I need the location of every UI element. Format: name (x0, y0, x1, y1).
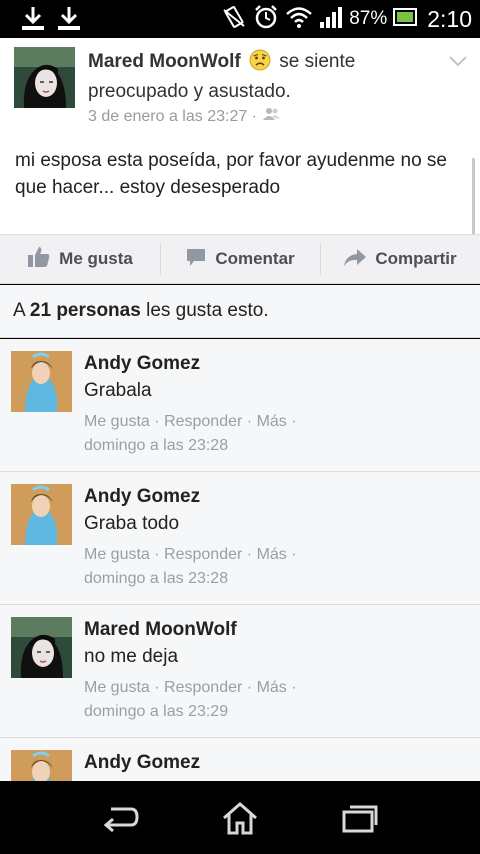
separator: · (246, 413, 253, 430)
comment-more-link[interactable]: Más (257, 546, 287, 563)
chevron-down-icon[interactable] (448, 54, 468, 72)
avatar[interactable] (11, 351, 72, 412)
comment-label: Comentar (215, 249, 295, 268)
vibrate-icon (221, 4, 247, 35)
wifi-icon (285, 5, 313, 34)
separator: · (246, 546, 253, 563)
avatar[interactable] (11, 617, 72, 678)
comment-author[interactable]: Andy Gomez (84, 752, 200, 774)
comment-timestamp: domingo a las 23:29 (84, 703, 229, 720)
comment-reply-link[interactable]: Responder (164, 679, 242, 696)
post-author[interactable]: Mared MoonWolf (88, 51, 241, 72)
separator: · (246, 679, 253, 696)
comment-actions: Me gusta · Responder · Más · (84, 546, 297, 564)
comment-item: Andy Gomez Graba todo Me gusta · Respond… (0, 472, 480, 605)
comment-author[interactable]: Andy Gomez (84, 486, 200, 508)
download-icon (20, 5, 46, 38)
comment-item: Andy Gomez (0, 738, 480, 781)
likes-count: 21 personas (29, 300, 141, 321)
likes-suffix: les gusta esto. (146, 300, 269, 321)
separator: · (154, 679, 160, 696)
comment-reply-link[interactable]: Responder (164, 546, 242, 563)
comment-text: Graba todo (84, 513, 180, 534)
comment-like-link[interactable]: Me gusta (84, 546, 150, 563)
comment-actions: Me gusta · Responder · Más · (84, 679, 297, 697)
comment-timestamp: domingo a las 23:28 (84, 437, 229, 454)
comment-icon (185, 246, 207, 273)
likes-summary[interactable]: A 21 personas les gusta esto. (0, 285, 480, 338)
avatar[interactable] (14, 47, 75, 108)
post-text: mi esposa esta poseída, por favor ayuden… (15, 150, 447, 198)
avatar[interactable] (11, 750, 72, 781)
share-button[interactable]: Compartir (320, 235, 480, 283)
back-icon[interactable] (100, 800, 140, 836)
download-icon (56, 5, 82, 38)
share-label: Compartir (375, 249, 457, 268)
comment-text: no me deja (84, 646, 179, 667)
avatar[interactable] (11, 484, 72, 545)
post-card: Mared MoonWolf se siente preocupado y as… (0, 38, 480, 238)
comment-text: Grabala (84, 380, 152, 401)
likes-prefix: A (13, 300, 25, 321)
battery-icon (393, 7, 418, 32)
comment-item: Andy Gomez Grabala Me gusta · Responder … (0, 339, 480, 472)
separator: · (291, 546, 297, 563)
comment-like-link[interactable]: Me gusta (84, 413, 150, 430)
share-arrow-icon (343, 246, 367, 273)
worried-emoji-icon (249, 49, 271, 79)
post-timestamp[interactable]: 3 de enero a las 23:27 · (88, 108, 257, 126)
comment-like-link[interactable]: Me gusta (84, 679, 150, 696)
comment-author[interactable]: Andy Gomez (84, 353, 200, 375)
status-bar: 87% 2:10 (0, 0, 480, 38)
post-actions-bar: Me gusta Comentar Compartir (0, 234, 480, 284)
comments-list: Andy Gomez Grabala Me gusta · Responder … (0, 339, 480, 781)
comment-more-link[interactable]: Más (257, 679, 287, 696)
battery-percent: 87% (349, 8, 388, 29)
recent-apps-icon[interactable] (340, 800, 380, 836)
home-icon[interactable] (220, 800, 260, 836)
comment-button[interactable]: Comentar (160, 235, 320, 283)
signal-icon (319, 5, 343, 34)
alarm-icon (253, 4, 279, 35)
friends-audience-icon (263, 107, 281, 126)
thumbs-up-icon (27, 245, 51, 274)
like-label: Me gusta (59, 249, 133, 268)
like-button[interactable]: Me gusta (0, 235, 160, 283)
comment-timestamp: domingo a las 23:28 (84, 570, 229, 587)
separator: · (154, 413, 160, 430)
post-meta: 3 de enero a las 23:27 · (88, 107, 281, 126)
comment-more-link[interactable]: Más (257, 413, 287, 430)
clock: 2:10 (427, 5, 472, 32)
separator: · (291, 413, 297, 430)
comment-actions: Me gusta · Responder · Más · (84, 413, 297, 431)
separator: · (154, 546, 160, 563)
comment-author[interactable]: Mared MoonWolf (84, 619, 237, 641)
post-header: Mared MoonWolf se siente preocupado y as… (88, 49, 448, 105)
scrollbar[interactable] (472, 158, 475, 238)
separator: · (291, 679, 297, 696)
comment-item: Mared MoonWolf no me deja Me gusta · Res… (0, 605, 480, 738)
system-nav-bar (0, 782, 480, 854)
comment-reply-link[interactable]: Responder (164, 413, 242, 430)
